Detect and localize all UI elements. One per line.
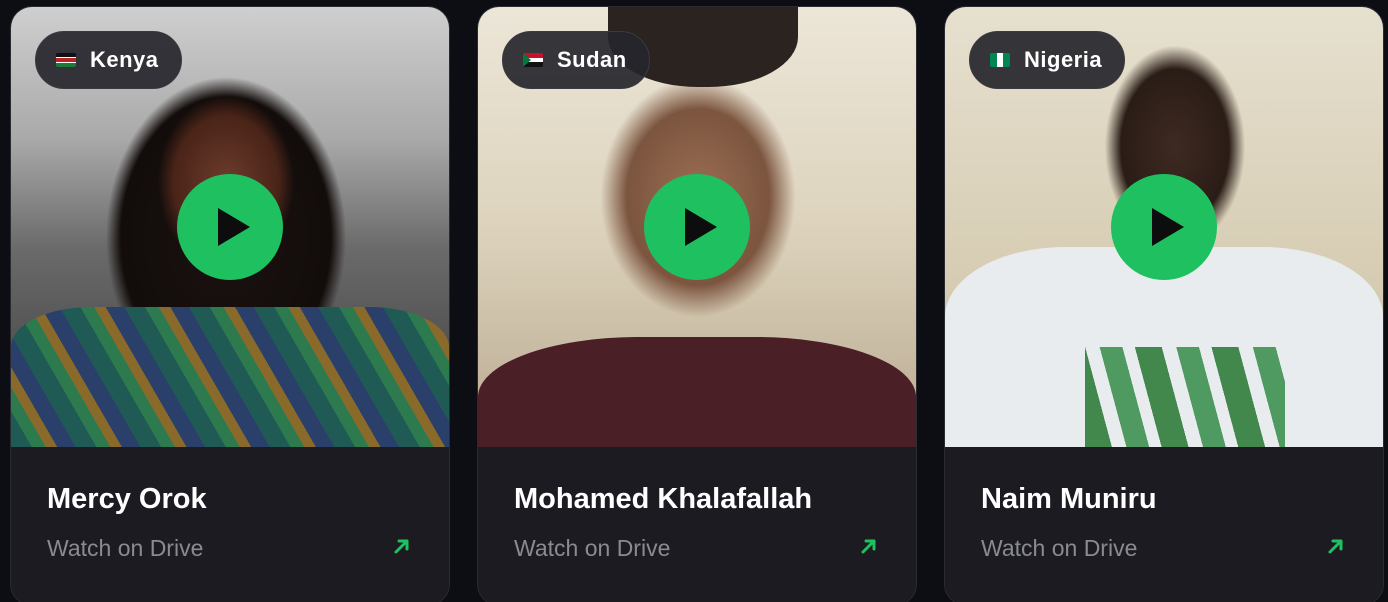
nigeria-flag-icon	[990, 53, 1010, 67]
person-name: Mohamed Khalafallah	[514, 483, 813, 515]
play-icon[interactable]	[1111, 174, 1217, 280]
video-card[interactable]: Sudan Mohamed Khalafallah Watch on Drive	[477, 6, 917, 602]
country-badge: Nigeria	[969, 31, 1126, 89]
video-card[interactable]: Nigeria Naim Muniru Watch on Drive	[944, 6, 1384, 602]
person-name: Naim Muniru	[981, 483, 1157, 515]
watch-on-drive-link[interactable]: Watch on Drive	[981, 535, 1137, 562]
country-label: Kenya	[90, 47, 159, 72]
card-info: Naim Muniru Watch on Drive	[945, 447, 1383, 602]
arrow-up-right-icon[interactable]	[858, 535, 880, 557]
sudan-flag-icon	[523, 53, 543, 67]
video-thumbnail[interactable]: Nigeria	[945, 7, 1383, 447]
watch-on-drive-link[interactable]: Watch on Drive	[514, 535, 670, 562]
arrow-up-right-icon[interactable]	[1325, 535, 1347, 557]
country-badge: Kenya	[35, 31, 182, 89]
thumbnail-detail	[1085, 347, 1285, 447]
play-icon[interactable]	[177, 174, 283, 280]
play-icon[interactable]	[644, 174, 750, 280]
video-thumbnail[interactable]: Kenya	[11, 7, 449, 447]
person-name: Mercy Orok	[47, 483, 207, 515]
watch-on-drive-link[interactable]: Watch on Drive	[47, 535, 203, 562]
country-badge: Sudan	[502, 31, 650, 89]
testimonial-video-grid: Kenya Mercy Orok Watch on Drive Sudan Mo…	[0, 0, 1388, 602]
thumbnail-detail	[11, 307, 449, 447]
country-label: Nigeria	[1024, 47, 1103, 72]
country-label: Sudan	[557, 47, 627, 72]
video-thumbnail[interactable]: Sudan	[478, 7, 916, 447]
card-info: Mercy Orok Watch on Drive	[11, 447, 449, 602]
kenya-flag-icon	[56, 53, 76, 67]
video-card[interactable]: Kenya Mercy Orok Watch on Drive	[10, 6, 450, 602]
card-info: Mohamed Khalafallah Watch on Drive	[478, 447, 916, 602]
thumbnail-detail	[478, 337, 916, 447]
arrow-up-right-icon[interactable]	[391, 535, 413, 557]
